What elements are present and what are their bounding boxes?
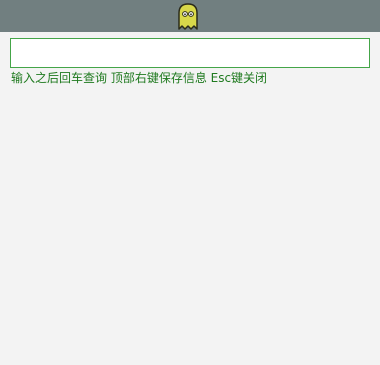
title-bar[interactable] (0, 0, 380, 32)
query-input[interactable] (10, 38, 370, 68)
ghost-icon[interactable] (177, 2, 199, 30)
usage-hint: 输入之后回车查询 顶部右键保存信息 Esc键关闭 (11, 71, 268, 85)
